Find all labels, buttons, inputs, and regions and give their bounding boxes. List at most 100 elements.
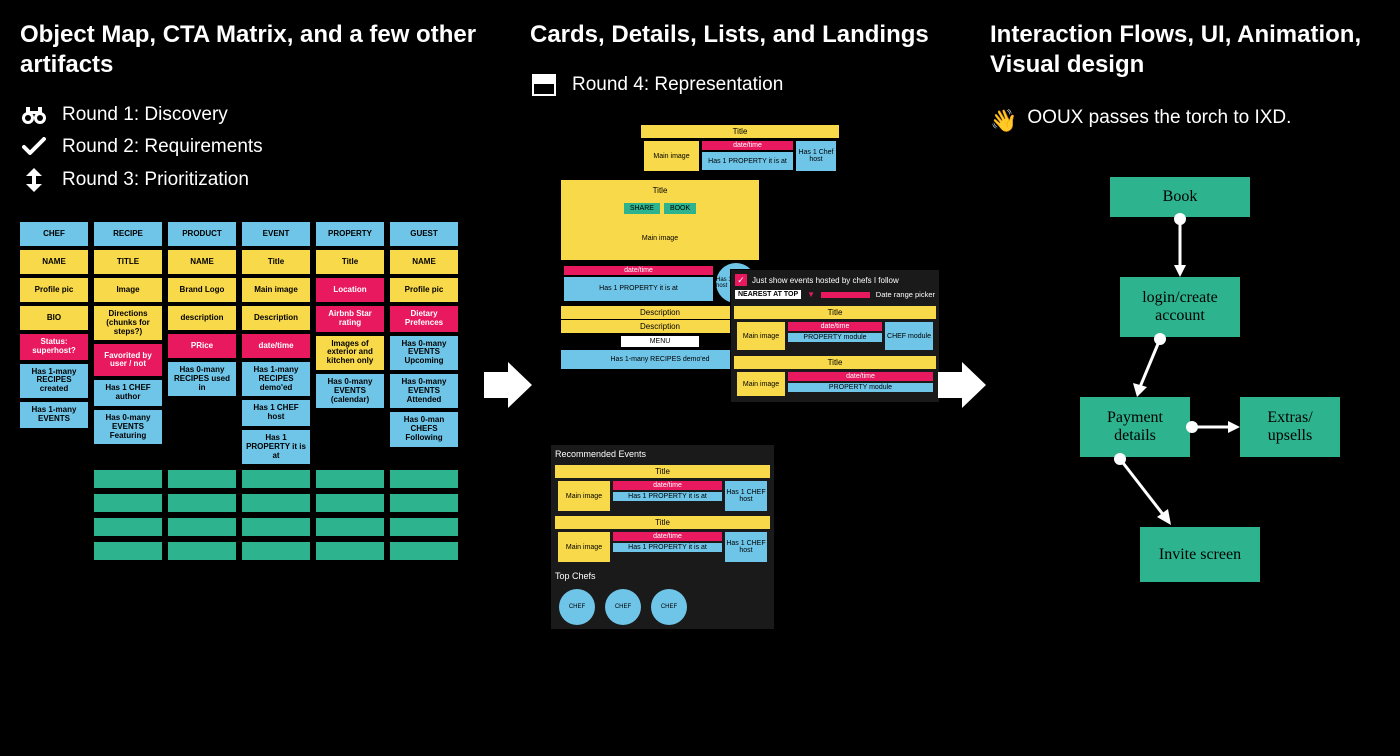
objmap-cell: Description [242, 306, 310, 330]
cta-bar [390, 542, 458, 560]
wf-datetime: date/time [564, 266, 713, 275]
wf-chef-host: Has 1 CHEF host [725, 532, 767, 562]
objmap-cell: TITLE [94, 250, 162, 274]
wf-has-property: Has 1 PROPERTY it is at [613, 492, 722, 501]
objmap-cell: PRice [168, 334, 236, 358]
wireframe-landing: Recommended Events Title Main image date… [550, 444, 775, 630]
cta-bar [242, 518, 310, 536]
round-3-label: Round 3: Prioritization [62, 169, 249, 191]
objmap-cell: Has 0-many RECIPES used in [168, 362, 236, 396]
objmap-cell: Image [94, 278, 162, 302]
objmap-header: CHEF [20, 222, 88, 246]
objmap-cell: Has 0-many EVENTS Attended [390, 374, 458, 408]
cta-bar [94, 470, 162, 488]
objmap-cell: Profile pic [390, 278, 458, 302]
objmap-cell: Brand Logo [168, 278, 236, 302]
wf-book-button[interactable]: BOOK [664, 203, 696, 214]
wf-filter-label: Just show events hosted by chefs I follo… [752, 276, 899, 285]
wf-title: Title [734, 306, 936, 319]
wf-datetime: date/time [702, 141, 793, 150]
cta-bar [168, 470, 236, 488]
wireframes-area: Title Main image date/time Has 1 PROPERT… [530, 124, 930, 644]
objmap-cell: NAME [390, 250, 458, 274]
object-map-grid: CHEF NAME Profile pic BIO Status: superhost?… [20, 222, 480, 464]
objmap-header: RECIPE [94, 222, 162, 246]
wf-chef-circle: CHEF [559, 589, 595, 625]
objmap-cell: description [168, 306, 236, 330]
objmap-cell: Images of exterior and kitchen only [316, 336, 384, 370]
objmap-cell: Has 1 PROPERTY it is at [242, 430, 310, 464]
wf-rec-events: Recommended Events [551, 445, 774, 463]
arrow-1 [484, 360, 534, 410]
wf-main-image: Main image [737, 372, 785, 396]
wf-main-image: Main image [561, 216, 759, 260]
objmap-cell: Favorited by user / not [94, 344, 162, 376]
wireframe-card-small: Title Main image date/time Has 1 PROPERT… [640, 124, 840, 175]
flow-diagram: Book login/create account Payment detail… [990, 167, 1380, 687]
wf-title: Title [555, 465, 770, 478]
objmap-cell: Has 1 CHEF author [94, 380, 162, 406]
objmap-cell: Has 0-many EVENTS (calendar) [316, 374, 384, 408]
updown-icon [20, 168, 48, 192]
objmap-cell: Status: superhost? [20, 334, 88, 360]
cta-bar [242, 542, 310, 560]
cta-bar [316, 494, 384, 512]
arrow-2 [938, 360, 988, 410]
cta-bar [390, 494, 458, 512]
cta-bar [316, 470, 384, 488]
col2-heading: Cards, Details, Lists, and Landings [530, 20, 930, 50]
wf-chef-host: Has 1 CHEF host [725, 481, 767, 511]
wf-sort[interactable]: NEAREST AT TOP [735, 290, 801, 299]
objmap-cell: Main image [242, 278, 310, 302]
checkbox-icon[interactable]: ✓ [735, 274, 747, 286]
wf-main-image: Main image [737, 322, 785, 350]
objmap-cell: Dietary Prefences [390, 306, 458, 332]
cta-bar [242, 494, 310, 512]
column-object-map: Object Map, CTA Matrix, and a few other … [20, 20, 480, 560]
card-icon [530, 74, 558, 96]
wf-has-property: Has 1 PROPERTY it is at [564, 277, 713, 301]
cta-bar [390, 470, 458, 488]
objmap-cell: Has 1-many RECIPES created [20, 364, 88, 398]
wf-top-chefs: Top Chefs [551, 567, 774, 585]
dropdown-icon[interactable]: ▼ [807, 290, 815, 299]
objmap-cell: Has 0-many EVENTS Upcoming [390, 336, 458, 370]
objmap-cell: Location [316, 278, 384, 302]
cta-bar [390, 518, 458, 536]
cta-bar [168, 494, 236, 512]
objmap-header: PROPERTY [316, 222, 384, 246]
objmap-cell: Airbnb Star rating [316, 306, 384, 332]
wf-title: Title [734, 356, 936, 369]
wf-main-image: Main image [558, 481, 610, 511]
wf-title: Title [641, 125, 839, 138]
objmap-cell: BIO [20, 306, 88, 330]
objmap-cell: Has 1 CHEF host [242, 400, 310, 426]
cta-bar [94, 518, 162, 536]
wf-chef-circle: CHEF [651, 589, 687, 625]
wf-title: Title [561, 180, 759, 201]
round-1: Round 1: Discovery [20, 104, 480, 126]
handoff-text: OOUX passes the torch to IXD. [1027, 104, 1291, 133]
wf-datetime: date/time [788, 322, 882, 331]
cta-matrix-green-bars [94, 470, 480, 560]
wf-chef-circle: CHEF [605, 589, 641, 625]
wf-chef-module: CHEF module [885, 322, 933, 350]
binoculars-icon [20, 105, 48, 125]
objmap-cell: Has 1-many EVENTS [20, 402, 88, 428]
cta-bar [168, 518, 236, 536]
column-ixd: Interaction Flows, UI, Animation, Visual… [990, 20, 1380, 687]
wf-date-range-bar[interactable] [821, 292, 870, 298]
wf-main-image: Main image [558, 532, 610, 562]
objmap-cell: date/time [242, 334, 310, 358]
check-icon [20, 137, 48, 157]
wf-datetime: date/time [613, 532, 722, 541]
objmap-cell: Profile pic [20, 278, 88, 302]
objmap-cell: Has 1-many RECIPES demo'ed [242, 362, 310, 396]
wf-has-property: Has 1 PROPERTY it is at [702, 152, 793, 170]
round-3: Round 3: Prioritization [20, 168, 480, 192]
flow-arrows [990, 167, 1380, 617]
wf-share-button[interactable]: SHARE [624, 203, 660, 214]
wf-datetime: date/time [613, 481, 722, 490]
cta-bar [168, 542, 236, 560]
objmap-cell: Has 0-man CHEFS Following [390, 412, 458, 446]
